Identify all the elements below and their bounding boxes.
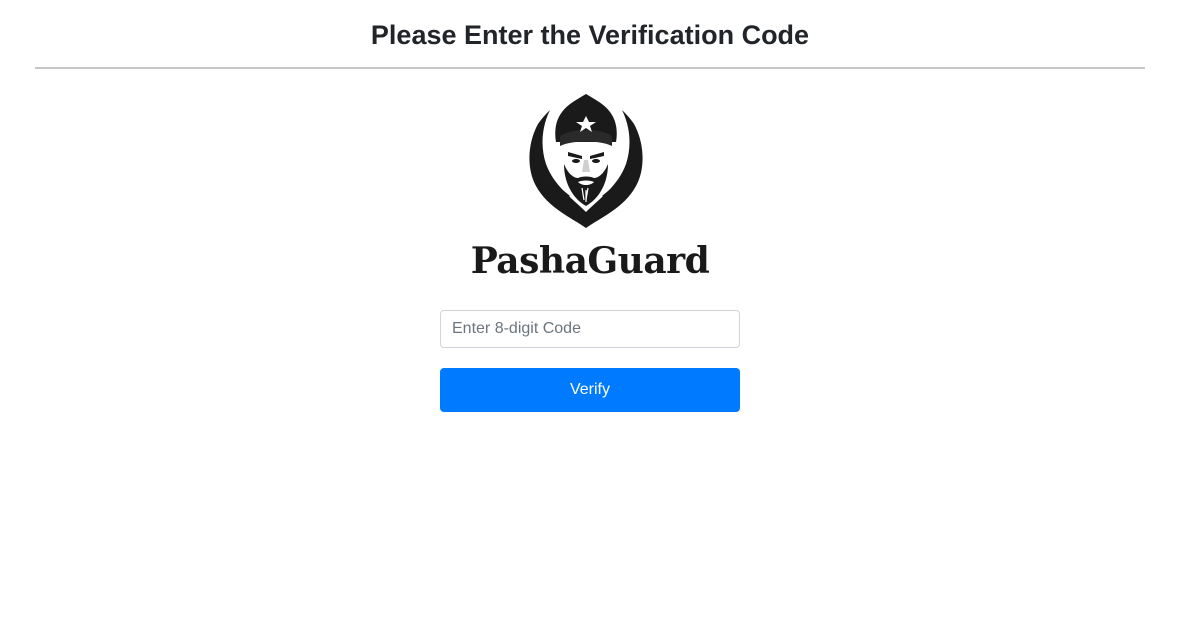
brand-name: PashaGuard	[470, 240, 710, 282]
verify-button[interactable]: Verify	[440, 368, 740, 412]
verification-code-input[interactable]	[440, 310, 740, 348]
header-divider	[35, 67, 1145, 69]
verification-page: Please Enter the Verification Code Pasha…	[0, 0, 1194, 642]
page-title: Please Enter the Verification Code	[370, 20, 810, 50]
bearded-guard-emblem-icon	[529, 94, 643, 228]
